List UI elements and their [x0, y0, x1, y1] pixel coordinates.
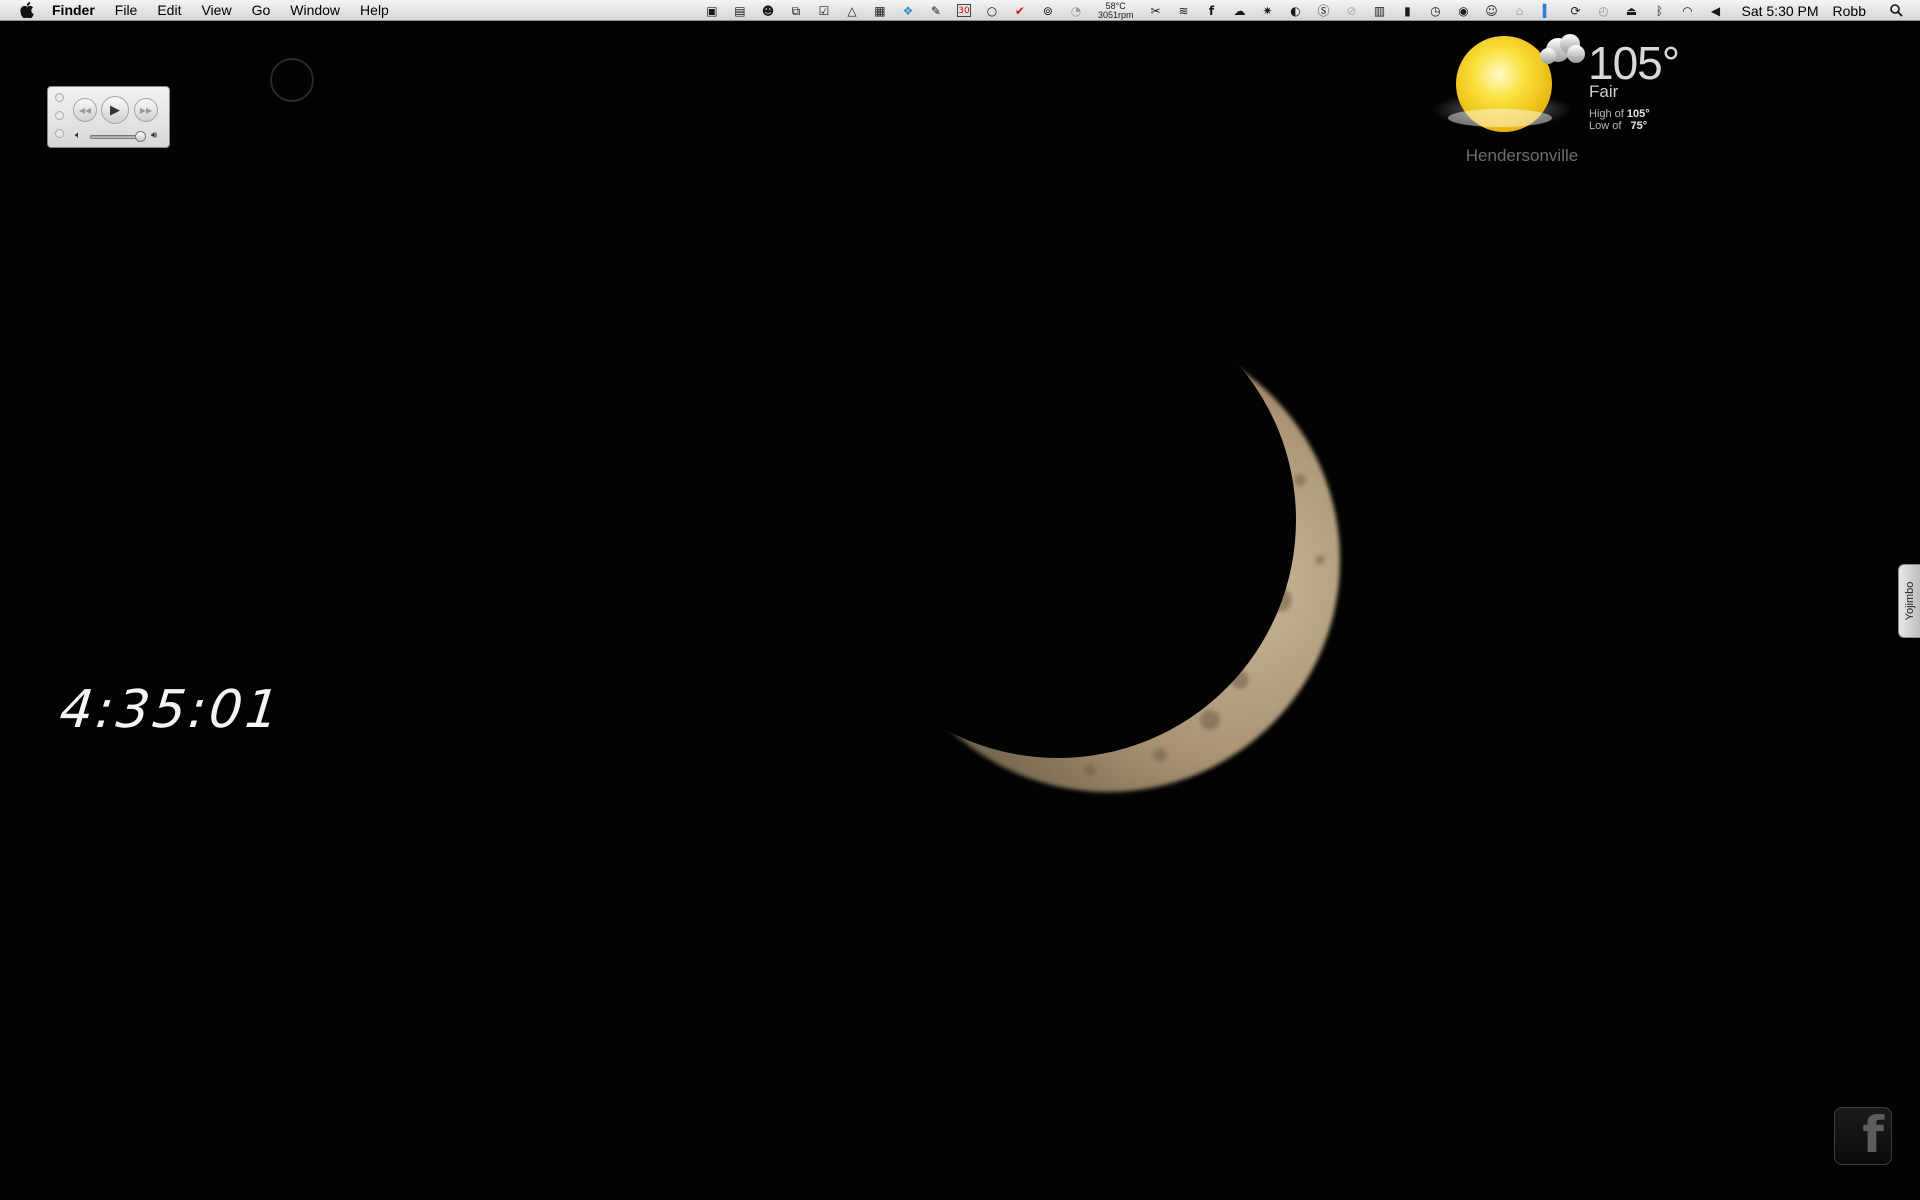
desktop-clock-widget[interactable]: 4:35:01 [57, 680, 285, 740]
drive-icon[interactable]: △ [845, 4, 859, 18]
scissors-icon[interactable]: ✂ [1148, 4, 1162, 18]
facebook-icon[interactable]: f [1834, 1107, 1892, 1165]
volume-icon[interactable]: ◀ [1708, 4, 1722, 18]
zoom-window-button[interactable] [55, 129, 64, 138]
globe-icon[interactable]: ❖ [901, 4, 915, 18]
calendar-icon[interactable]: 30 [956, 4, 971, 17]
minimize-window-button[interactable] [55, 111, 64, 120]
block-icon[interactable]: ⊘ [1344, 4, 1358, 18]
facebook-icon[interactable]: f [1204, 4, 1218, 18]
time-machine-icon[interactable]: ◴ [1596, 4, 1610, 18]
volume-low-icon: 🔈︎ [75, 130, 81, 141]
ring-widget[interactable] [270, 58, 314, 102]
eye-icon[interactable]: ◉ [1456, 4, 1470, 18]
terminal-icon[interactable]: ▤ [733, 4, 747, 18]
sun-with-cloud-icon [1430, 30, 1590, 150]
weather-high-label: High of [1589, 108, 1624, 120]
close-window-button[interactable] [55, 93, 64, 102]
cpu-temperature[interactable]: 58°C 3051rpm [1097, 1, 1134, 20]
clipboard-icon[interactable]: ⧉ [789, 4, 803, 18]
dropbox-icon[interactable]: ▣ [705, 4, 719, 18]
weather-widget[interactable]: 105° Fair High of 105° Low of 75° Hender… [1430, 30, 1700, 170]
brightness-icon[interactable]: ✷ [1260, 4, 1274, 18]
bluetooth-icon[interactable]: ᛒ [1652, 4, 1666, 18]
grid-icon[interactable]: ▦ [873, 4, 887, 18]
weather-city: Hendersonville [1465, 146, 1579, 165]
calculator-icon[interactable]: ▥ [1372, 4, 1386, 18]
weather-high-value: 105° [1626, 108, 1650, 120]
status-menu-area: ▣ ▤ ☻ ⧉ ☑ △ ▦ ❖ ✎ 30 ○ ✔ ⊚ ◔ 58°C 3051rp… [698, 0, 1910, 21]
checklist-icon[interactable]: ☑ [817, 4, 831, 18]
menu-window[interactable]: Window [290, 2, 340, 18]
menu-edit[interactable]: Edit [157, 2, 181, 18]
sync-icon[interactable]: ⟳ [1568, 4, 1582, 18]
fast-forward-icon[interactable]: ▶▶ [134, 98, 158, 122]
wifi-icon[interactable]: ◠ [1680, 4, 1694, 18]
menu-help[interactable]: Help [360, 2, 389, 18]
battery-icon[interactable]: ▍ [1540, 4, 1554, 18]
menu-user[interactable]: Robb [1833, 3, 1866, 19]
play-icon[interactable]: ▶ [101, 96, 129, 124]
wifi-manager-icon[interactable]: ≋ [1176, 4, 1190, 18]
monkey-icon[interactable]: ☻ [761, 4, 775, 18]
rewind-icon[interactable]: ◀◀ [73, 98, 97, 122]
volume-high-icon: 🔊︎ [151, 130, 158, 141]
weather-low-label: Low of [1589, 120, 1622, 132]
weather-low-value: 75° [1630, 120, 1648, 132]
yojimbo-label: Yojimbo [1903, 581, 1916, 621]
house-icon[interactable]: ⌂ [1512, 4, 1526, 18]
menu-bar: Finder File Edit View Go Window Help ▣ ▤… [0, 0, 1920, 21]
itunes-mini-player: ◀◀ ▶ ▶▶ 🔈︎ 🔊︎ [47, 86, 170, 148]
weather-high: High of 105° [1589, 108, 1650, 120]
clock-icon[interactable]: ◷ [1428, 4, 1442, 18]
apple-logo-icon[interactable] [18, 1, 36, 19]
skype-icon[interactable]: Ⓢ [1316, 4, 1330, 18]
moon-wallpaper-image [860, 300, 1380, 820]
menu-app-finder[interactable]: Finder [52, 2, 95, 18]
notes-icon[interactable]: ✎ [929, 4, 943, 18]
volume-slider[interactable] [90, 131, 146, 142]
smiley-icon[interactable]: ☺ [1484, 4, 1498, 18]
cloud-icon[interactable]: ☁ [1232, 4, 1246, 18]
eject-icon[interactable]: ⏏ [1624, 4, 1638, 18]
yojimbo-drawer-tab[interactable]: Yojimbo [1898, 564, 1920, 638]
menu-view[interactable]: View [201, 2, 231, 18]
weather-condition: Fair [1589, 82, 1619, 101]
bookmark-icon[interactable]: ▮ [1400, 4, 1414, 18]
caffeine-icon[interactable]: ◐ [1288, 4, 1302, 18]
weather-low: Low of 75° [1589, 120, 1647, 132]
circle-icon[interactable]: ○ [985, 4, 999, 18]
fan-speed-value: 3051rpm [1097, 9, 1134, 20]
signal-icon[interactable]: ◔ [1069, 4, 1083, 18]
cloud-app-icon[interactable]: ⊚ [1041, 4, 1055, 18]
spotlight-icon[interactable] [1889, 4, 1903, 18]
volume-slider-knob[interactable] [134, 131, 146, 142]
checkmark-icon[interactable]: ✔ [1013, 4, 1027, 18]
menu-go[interactable]: Go [252, 2, 271, 18]
menu-file[interactable]: File [115, 2, 138, 18]
menu-clock[interactable]: Sat 5:30 PM [1741, 3, 1818, 19]
